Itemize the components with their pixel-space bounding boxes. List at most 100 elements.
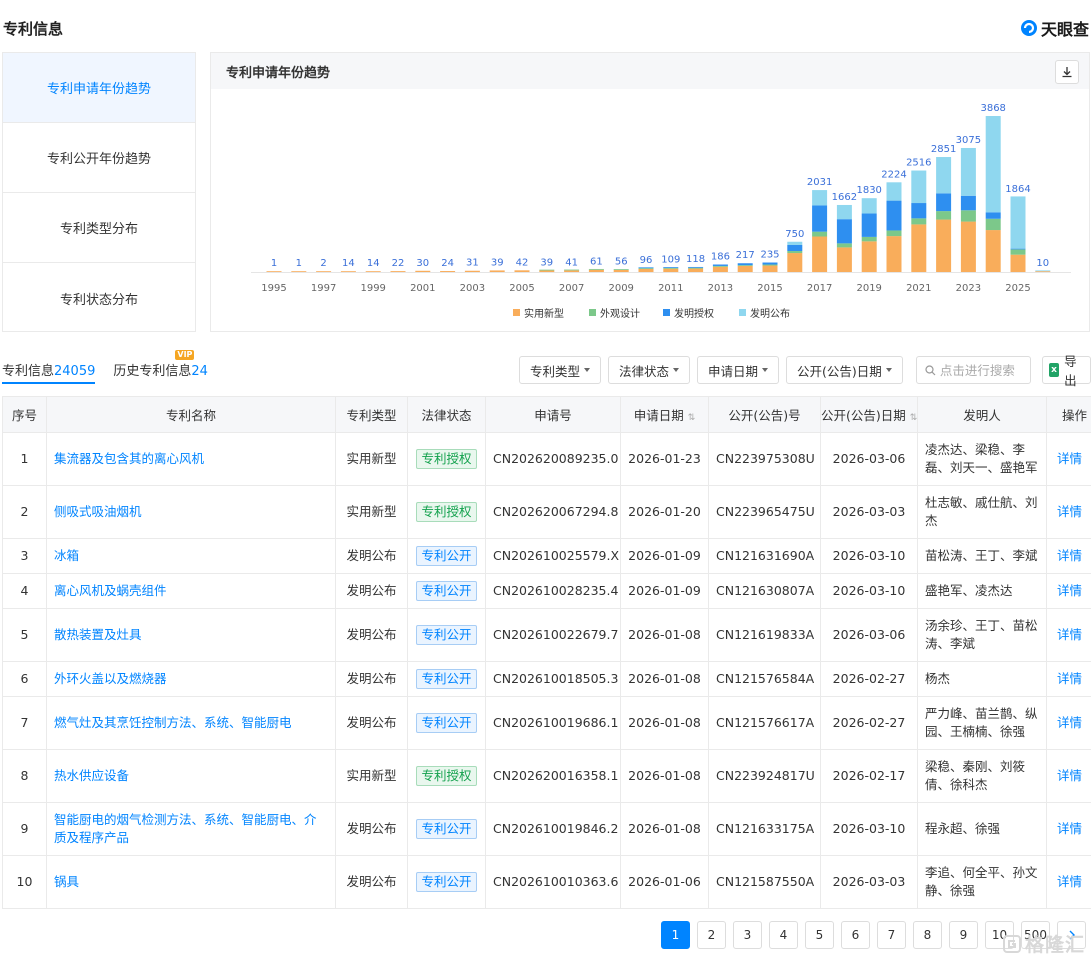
col-name: 专利名称 xyxy=(46,396,336,433)
sidebar-item-status-distribution[interactable]: 专利状态分布 xyxy=(3,263,195,333)
download-button[interactable] xyxy=(1055,60,1079,84)
cell-pub-date: 2026-02-27 xyxy=(820,696,918,750)
bar-segment-1 xyxy=(712,265,728,267)
bar-segment-3 xyxy=(911,170,927,204)
cell-type: 发明公布 xyxy=(335,696,408,750)
bar-segment-0 xyxy=(415,270,431,272)
cell-action: 详情 xyxy=(1046,855,1091,909)
tab-history-patent[interactable]: VIP 历史专利信息24 xyxy=(113,350,208,384)
cell-name: 冰箱 xyxy=(46,538,336,574)
page-button[interactable]: 6 xyxy=(841,921,870,949)
data-label: 41 xyxy=(565,257,578,268)
detail-link[interactable]: 详情 xyxy=(1057,451,1082,466)
bar-segment-1 xyxy=(588,268,604,270)
status-badge: 专利公开 xyxy=(416,625,477,645)
cell-status: 专利授权 xyxy=(407,485,486,539)
detail-link[interactable]: 详情 xyxy=(1057,671,1082,686)
detail-link[interactable]: 详情 xyxy=(1057,821,1082,836)
filter-patent-type[interactable]: 专利类型 xyxy=(519,356,602,384)
detail-link[interactable]: 详情 xyxy=(1057,715,1082,730)
cell-inventors: 汤余珍、王丁、苗松涛、李斌 xyxy=(917,608,1047,662)
filter-publication-date[interactable]: 公开(公告)日期 xyxy=(786,356,903,384)
cell-pub-no: CN223924817U xyxy=(708,749,821,803)
page-button[interactable]: 5 xyxy=(805,921,834,949)
page-button[interactable]: 4 xyxy=(769,921,798,949)
cell-app-date: 2026-01-23 xyxy=(620,432,709,486)
detail-link[interactable]: 详情 xyxy=(1057,627,1082,642)
data-label: 39 xyxy=(540,257,553,268)
page-button[interactable]: 8 xyxy=(913,921,942,949)
patent-name-link[interactable]: 锅具 xyxy=(54,874,79,889)
cell-name: 散热装置及灶具 xyxy=(46,608,336,662)
page-button[interactable]: 2 xyxy=(697,921,726,949)
status-badge: 专利公开 xyxy=(416,713,477,733)
data-label: 42 xyxy=(516,257,529,268)
bar-segment-2 xyxy=(861,213,877,237)
x-tick-label: 2001 xyxy=(410,283,435,294)
bar-segment-1 xyxy=(564,269,580,271)
patent-name-link[interactable]: 外环火盖以及燃烧器 xyxy=(54,671,167,686)
x-tick-label: 2015 xyxy=(757,283,782,294)
cell-type: 实用新型 xyxy=(335,432,408,486)
cell-status: 专利公开 xyxy=(407,802,486,856)
page-button[interactable]: 1 xyxy=(661,921,690,949)
filter-legal-status[interactable]: 法律状态 xyxy=(608,356,691,384)
col-pub-date[interactable]: 公开(公告)日期 ⇅ xyxy=(820,396,918,433)
cell-pub-date: 2026-03-06 xyxy=(820,608,918,662)
data-label: 186 xyxy=(711,251,730,262)
patent-name-link[interactable]: 散热装置及灶具 xyxy=(54,627,142,642)
topbar: 专利信息 天眼查 xyxy=(0,0,1091,52)
cell-index: 10 xyxy=(2,855,47,909)
page-button[interactable]: 7 xyxy=(877,921,906,949)
legend-swatch xyxy=(739,309,746,316)
detail-link[interactable]: 详情 xyxy=(1057,583,1082,598)
x-tick-label: 2019 xyxy=(856,283,881,294)
detail-link[interactable]: 详情 xyxy=(1057,548,1082,563)
bar-segment-2 xyxy=(688,266,704,268)
patent-name-link[interactable]: 热水供应设备 xyxy=(54,768,129,783)
detail-link[interactable]: 详情 xyxy=(1057,768,1082,783)
cell-app-date: 2026-01-08 xyxy=(620,696,709,750)
cell-inventors: 李追、何全平、孙文静、徐强 xyxy=(917,855,1047,909)
cell-index: 3 xyxy=(2,538,47,574)
patent-name-link[interactable]: 离心风机及蜗壳组件 xyxy=(54,583,167,598)
cell-pub-no: CN121630807A xyxy=(708,573,821,609)
tab-patent-info[interactable]: 专利信息24059 xyxy=(2,356,96,384)
download-icon xyxy=(1062,67,1072,78)
search-input[interactable] xyxy=(939,362,1030,378)
col-app-date[interactable]: 申请日期 ⇅ xyxy=(620,396,709,433)
page-button[interactable]: 3 xyxy=(733,921,762,949)
cell-index: 1 xyxy=(2,432,47,486)
bar-segment-1 xyxy=(886,230,902,237)
cell-pub-date: 2026-03-03 xyxy=(820,855,918,909)
bar-segment-0 xyxy=(787,253,803,272)
detail-link[interactable]: 详情 xyxy=(1057,874,1082,889)
sidebar-item-publication-trend[interactable]: 专利公开年份趋势 xyxy=(3,123,195,193)
caret-down-icon xyxy=(762,368,769,372)
patent-name-link[interactable]: 智能厨电的烟气检测方法、系统、智能厨电、介质及程序产品 xyxy=(54,812,317,845)
sidebar-item-type-distribution[interactable]: 专利类型分布 xyxy=(3,193,195,263)
x-tick-label: 2013 xyxy=(708,283,733,294)
bar-segment-2 xyxy=(1010,248,1026,250)
bar-segment-2 xyxy=(663,267,679,268)
cell-status: 专利公开 xyxy=(407,538,486,574)
caret-down-icon xyxy=(673,368,680,372)
cell-app-date: 2026-01-08 xyxy=(620,661,709,697)
patent-name-link[interactable]: 集流器及包含其的离心风机 xyxy=(54,451,204,466)
export-button[interactable]: x 导出 xyxy=(1041,354,1091,388)
page-button[interactable]: 9 xyxy=(949,921,978,949)
filter-application-date[interactable]: 申请日期 xyxy=(697,356,780,384)
cell-index: 2 xyxy=(2,485,47,539)
status-badge: 专利公开 xyxy=(416,581,477,601)
sidebar-item-application-trend[interactable]: 专利申请年份趋势 xyxy=(3,53,195,123)
patent-name-link[interactable]: 燃气灶及其烹饪控制方法、系统、智能厨电 xyxy=(54,715,292,730)
cell-action: 详情 xyxy=(1046,661,1091,697)
bar-segment-2 xyxy=(911,203,927,219)
detail-link[interactable]: 详情 xyxy=(1057,504,1082,519)
cell-status: 专利授权 xyxy=(407,749,486,803)
patent-name-link[interactable]: 冰箱 xyxy=(54,548,79,563)
patent-name-link[interactable]: 侧吸式吸油烟机 xyxy=(54,504,142,519)
data-label: 30 xyxy=(416,258,429,269)
data-label: 10 xyxy=(1036,258,1049,269)
bar-segment-3 xyxy=(787,241,803,245)
